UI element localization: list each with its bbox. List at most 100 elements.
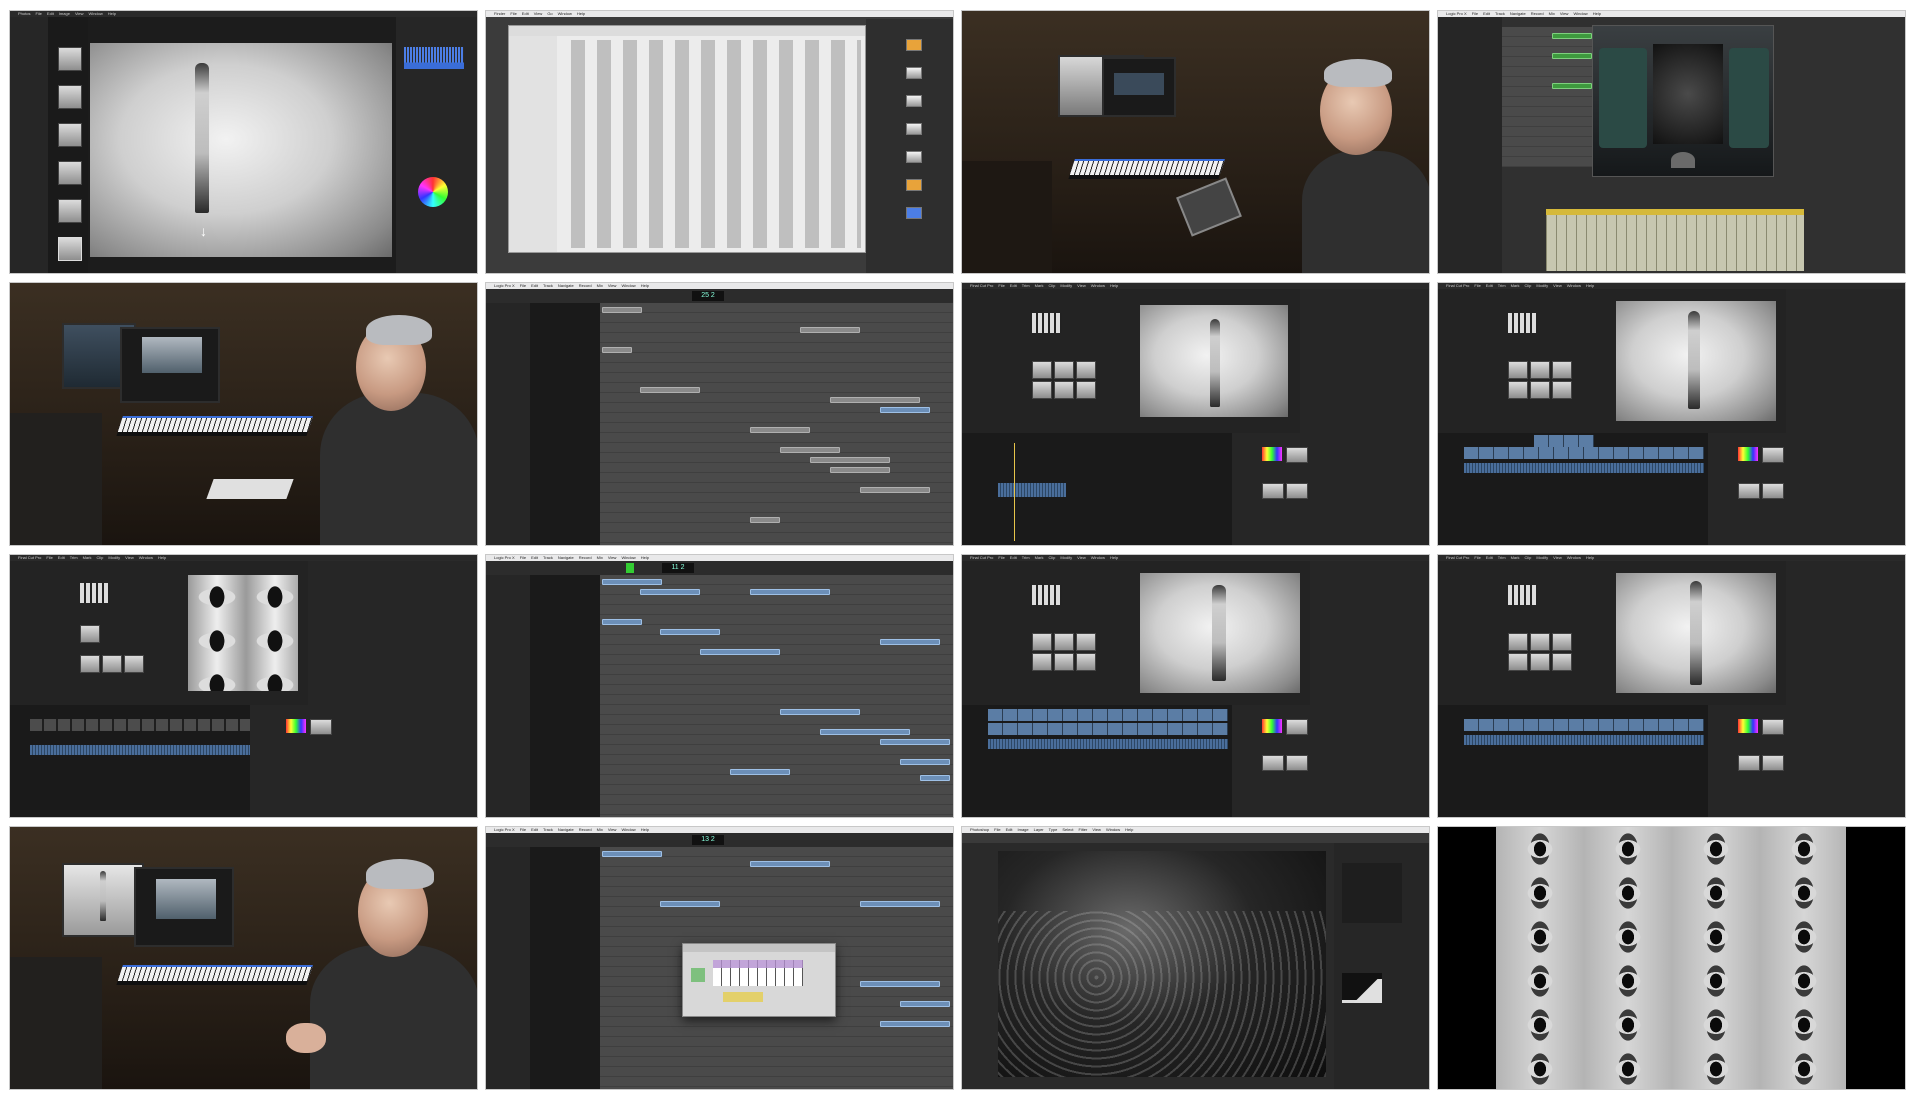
video-track[interactable] bbox=[988, 723, 1228, 735]
menu-item[interactable]: Edit bbox=[58, 555, 65, 561]
inspector[interactable] bbox=[486, 303, 530, 545]
menu-item[interactable]: Trim bbox=[1498, 283, 1506, 289]
menu-item[interactable]: File bbox=[998, 283, 1004, 289]
effect-thumb[interactable] bbox=[1738, 483, 1760, 499]
viewer-kaleidoscope[interactable] bbox=[188, 575, 298, 691]
file-icon[interactable] bbox=[906, 67, 922, 79]
track-list[interactable] bbox=[1502, 27, 1594, 167]
browser-clip[interactable] bbox=[1552, 633, 1572, 651]
color-wheel[interactable] bbox=[418, 177, 448, 207]
effects-browser[interactable] bbox=[1232, 433, 1429, 545]
region[interactable] bbox=[900, 1001, 950, 1007]
menu-item[interactable]: Clip bbox=[1048, 283, 1055, 289]
browser-clip[interactable] bbox=[1054, 361, 1074, 379]
menu-item[interactable]: Edit bbox=[1486, 283, 1493, 289]
region[interactable] bbox=[900, 759, 950, 765]
region[interactable] bbox=[810, 457, 890, 463]
audio-track[interactable] bbox=[30, 745, 250, 755]
plugin-dial[interactable] bbox=[1671, 152, 1695, 168]
file-icon[interactable] bbox=[906, 95, 922, 107]
video-track[interactable] bbox=[1464, 447, 1704, 459]
menu-item[interactable]: Clip bbox=[1524, 555, 1531, 561]
menu-item[interactable]: Go bbox=[547, 11, 552, 17]
menu-item[interactable]: Clip bbox=[1048, 555, 1055, 561]
region[interactable] bbox=[660, 629, 720, 635]
menu-item[interactable]: Window bbox=[558, 11, 572, 17]
inspector[interactable] bbox=[1438, 17, 1502, 273]
region[interactable] bbox=[880, 407, 930, 413]
plugin-left-module[interactable] bbox=[1599, 48, 1647, 148]
region[interactable] bbox=[880, 739, 950, 745]
menu-item[interactable]: Modify bbox=[1060, 283, 1072, 289]
menu-item[interactable]: Trim bbox=[1022, 555, 1030, 561]
browser-clip[interactable] bbox=[1508, 653, 1528, 671]
menu-item[interactable]: View bbox=[1560, 11, 1569, 17]
menu-item[interactable]: View bbox=[534, 11, 543, 17]
effect-thumb[interactable] bbox=[1262, 755, 1284, 771]
file-icon[interactable] bbox=[906, 207, 922, 219]
region[interactable] bbox=[860, 901, 940, 907]
menu-item[interactable]: Window bbox=[1567, 283, 1581, 289]
menu-item[interactable]: View bbox=[1553, 555, 1562, 561]
menu-item[interactable]: Window bbox=[139, 555, 153, 561]
menu-item[interactable]: Clip bbox=[1524, 283, 1531, 289]
region[interactable] bbox=[830, 397, 920, 403]
inspector[interactable] bbox=[1786, 289, 1905, 439]
effect-thumb[interactable] bbox=[1262, 447, 1282, 461]
effect-thumb[interactable] bbox=[1286, 483, 1308, 499]
video-track-upper[interactable] bbox=[988, 709, 1228, 721]
app-name[interactable]: Final Cut Pro bbox=[1446, 555, 1469, 561]
menu-item[interactable]: Help bbox=[1586, 555, 1594, 561]
menu-item[interactable]: Edit bbox=[1010, 555, 1017, 561]
playhead[interactable] bbox=[1014, 443, 1015, 541]
browser-clip[interactable] bbox=[102, 655, 122, 673]
effect-thumb[interactable] bbox=[286, 719, 306, 733]
video-track[interactable] bbox=[30, 719, 250, 731]
audio-track[interactable] bbox=[1464, 463, 1704, 473]
thumbnail-selected[interactable] bbox=[58, 237, 82, 261]
menu-item[interactable]: Mark bbox=[1511, 555, 1520, 561]
menu-item[interactable]: File bbox=[998, 555, 1004, 561]
file-grid[interactable] bbox=[561, 40, 861, 248]
video-track-upper[interactable] bbox=[1534, 435, 1594, 447]
menu-item[interactable]: Help bbox=[1586, 283, 1594, 289]
region[interactable] bbox=[700, 649, 780, 655]
effect-thumb[interactable] bbox=[1286, 755, 1308, 771]
menu-item[interactable]: Mark bbox=[83, 555, 92, 561]
menu-item[interactable]: Edit bbox=[522, 11, 529, 17]
menu-item[interactable]: Trim bbox=[1498, 555, 1506, 561]
control-bar[interactable]: 11 2 bbox=[486, 561, 953, 575]
browser-clip[interactable] bbox=[1076, 381, 1096, 399]
control-bar[interactable]: 25 2 bbox=[486, 289, 953, 303]
effect-thumb[interactable] bbox=[1762, 447, 1784, 463]
app-name[interactable]: Final Cut Pro bbox=[970, 555, 993, 561]
browser-clip[interactable] bbox=[1552, 361, 1572, 379]
thumbnail[interactable] bbox=[58, 199, 82, 223]
filmstrip-column[interactable] bbox=[48, 17, 88, 273]
region[interactable] bbox=[640, 387, 700, 393]
audio-clip[interactable] bbox=[998, 483, 1066, 497]
menu-item[interactable]: Help bbox=[1593, 11, 1601, 17]
inspector[interactable] bbox=[1786, 561, 1905, 711]
effect-thumb[interactable] bbox=[310, 719, 332, 735]
browser-clip[interactable] bbox=[1508, 361, 1528, 379]
browser-clip[interactable] bbox=[124, 655, 144, 673]
menu-item[interactable]: Trim bbox=[1022, 283, 1030, 289]
finder-toolbar[interactable] bbox=[509, 26, 865, 36]
adjust-panel[interactable] bbox=[396, 17, 477, 273]
effect-thumb[interactable] bbox=[1762, 719, 1784, 735]
menu-item[interactable]: Window bbox=[1091, 283, 1105, 289]
region[interactable] bbox=[750, 427, 810, 433]
region[interactable] bbox=[780, 709, 860, 715]
piano-roll[interactable] bbox=[1546, 209, 1804, 271]
menu-item[interactable]: Help bbox=[1110, 283, 1118, 289]
browser-clip[interactable] bbox=[1076, 361, 1096, 379]
inspector[interactable] bbox=[486, 847, 530, 1089]
browser-clip[interactable] bbox=[1076, 653, 1096, 671]
menu-item[interactable]: Window bbox=[1091, 555, 1105, 561]
effect-thumb[interactable] bbox=[1286, 447, 1308, 463]
finder-sidebar[interactable] bbox=[509, 36, 557, 252]
file-icon[interactable] bbox=[906, 123, 922, 135]
browser-clip[interactable] bbox=[1552, 653, 1572, 671]
region[interactable] bbox=[602, 347, 632, 353]
